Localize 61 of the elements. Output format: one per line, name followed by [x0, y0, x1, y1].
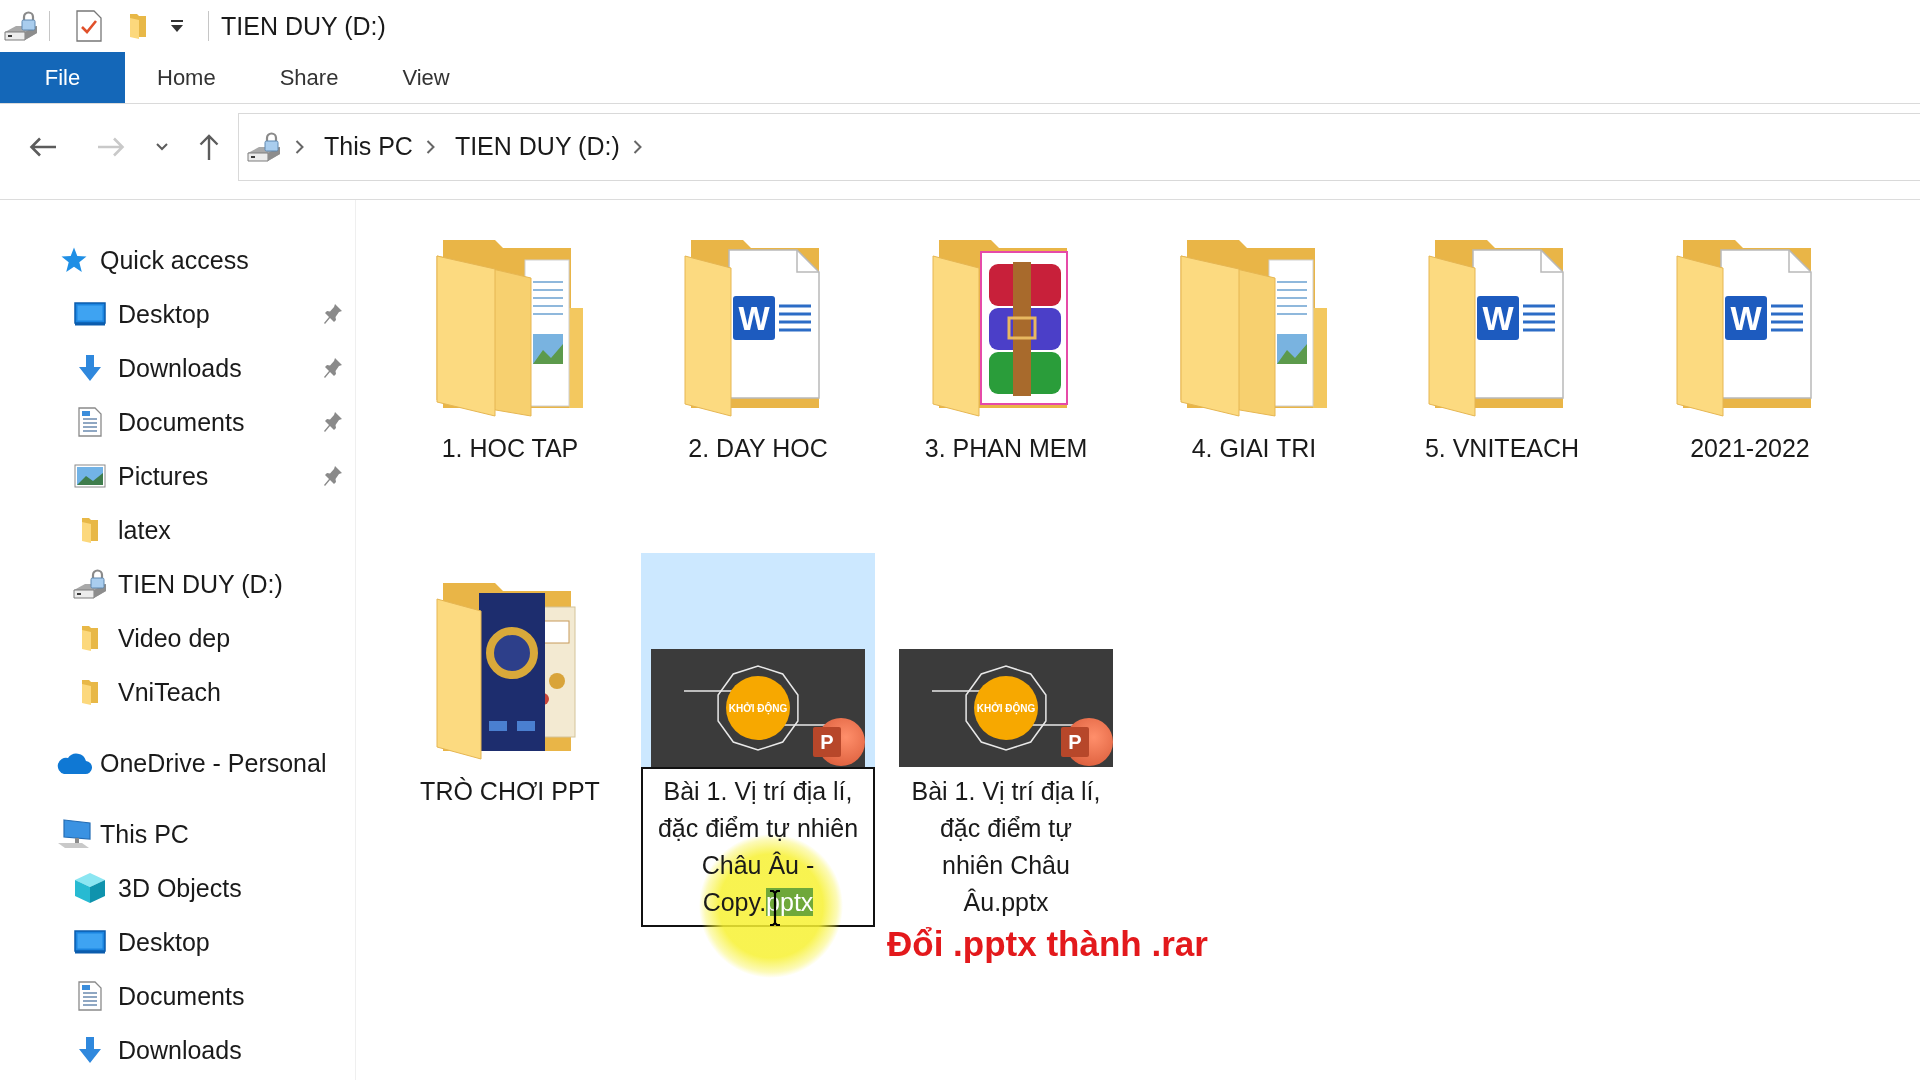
download-arrow-icon [78, 354, 102, 382]
file-item[interactable]: TRÒ CHƠI PPT [393, 553, 627, 810]
folder-icon [80, 678, 100, 706]
sidebar-item[interactable]: OneDrive - Personal [55, 744, 331, 782]
folder-with-documents-icon [435, 238, 585, 418]
sidebar-item[interactable]: TIEN DUY (D:) [69, 565, 287, 603]
file-item[interactable]: 3. PHAN MEM [889, 210, 1123, 467]
file-menu-tab[interactable]: File [0, 52, 125, 103]
sidebar-item[interactable]: Video dep [69, 619, 235, 657]
sidebar-item[interactable]: Downloads [69, 349, 246, 387]
chevron-right-icon[interactable] [632, 139, 642, 154]
sidebar-item[interactable]: Documents [69, 977, 249, 1015]
desktop-icon [74, 302, 106, 326]
download-arrow-icon [78, 1036, 102, 1064]
breadcrumb[interactable]: TIEN DUY (D:) [454, 132, 620, 161]
sidebar-item[interactable]: VniTeach [69, 673, 225, 711]
back-arrow-icon[interactable] [29, 135, 57, 158]
computer-icon [56, 819, 92, 849]
sidebar-item[interactable]: latex [69, 511, 175, 549]
chevron-right-icon[interactable] [295, 139, 304, 154]
sidebar-item[interactable]: Documents [69, 403, 249, 441]
star-icon [60, 247, 88, 273]
properties-icon[interactable] [76, 10, 102, 42]
address-bar[interactable]: This PC TIEN DUY (D:) [238, 112, 1920, 181]
ribbon-tab[interactable]: Share [247, 52, 371, 103]
sidebar-item[interactable]: Desktop [69, 923, 214, 961]
slide-title: KHỞI ĐỘNG [728, 702, 788, 714]
file-item[interactable]: W 5. VNITEACH [1385, 210, 1619, 467]
sidebar-item[interactable]: Quick access [55, 241, 253, 279]
document-icon [78, 981, 102, 1011]
desktop-icon [74, 930, 106, 954]
file-item[interactable]: KHỞI ĐỘNG P Bài 1. Vị trí địa lí, đặc điểm tự nhiên Châu Âu.pptx [889, 553, 1123, 921]
file-item[interactable]: W 2. DAY HOC [641, 210, 875, 467]
picture-icon [74, 464, 106, 488]
sidebar-item[interactable]: Pictures [69, 457, 213, 495]
sidebar-item[interactable]: Desktop [69, 295, 214, 333]
sidebar-item[interactable]: 3D Objects [69, 868, 246, 908]
drive-icon [246, 131, 282, 162]
folder-icon [80, 624, 100, 652]
window-title: TIEN DUY (D:) [221, 11, 386, 41]
up-arrow-icon[interactable] [198, 132, 220, 161]
cloud-icon [56, 751, 92, 775]
chevron-right-icon[interactable] [425, 139, 435, 154]
file-item[interactable]: 1. HOC TAP [393, 210, 627, 467]
file-item[interactable]: 4. GIAI TRI [1137, 210, 1371, 467]
slide-title: KHỞI ĐỘNG [976, 702, 1036, 714]
sidebar-item[interactable]: Downloads [69, 1031, 246, 1069]
ribbon-tab[interactable]: View [370, 52, 482, 103]
document-icon [78, 407, 102, 437]
file-item[interactable]: W 2021-2022 [1633, 210, 1867, 467]
folder-icon [80, 516, 100, 544]
ribbon-tab[interactable]: Home [125, 52, 248, 103]
folder-with-documents-icon [1179, 238, 1329, 418]
caret-icon[interactable] [170, 19, 184, 33]
cube-icon [74, 872, 106, 904]
drive-icon[interactable] [3, 11, 39, 41]
drive-icon [72, 569, 108, 599]
breadcrumb[interactable]: This PC [324, 132, 413, 161]
chevron-down-icon[interactable] [156, 142, 168, 151]
sidebar-item[interactable]: This PC [55, 815, 193, 853]
annotation-text: Đổi .pptx thành .rar [887, 924, 1208, 964]
